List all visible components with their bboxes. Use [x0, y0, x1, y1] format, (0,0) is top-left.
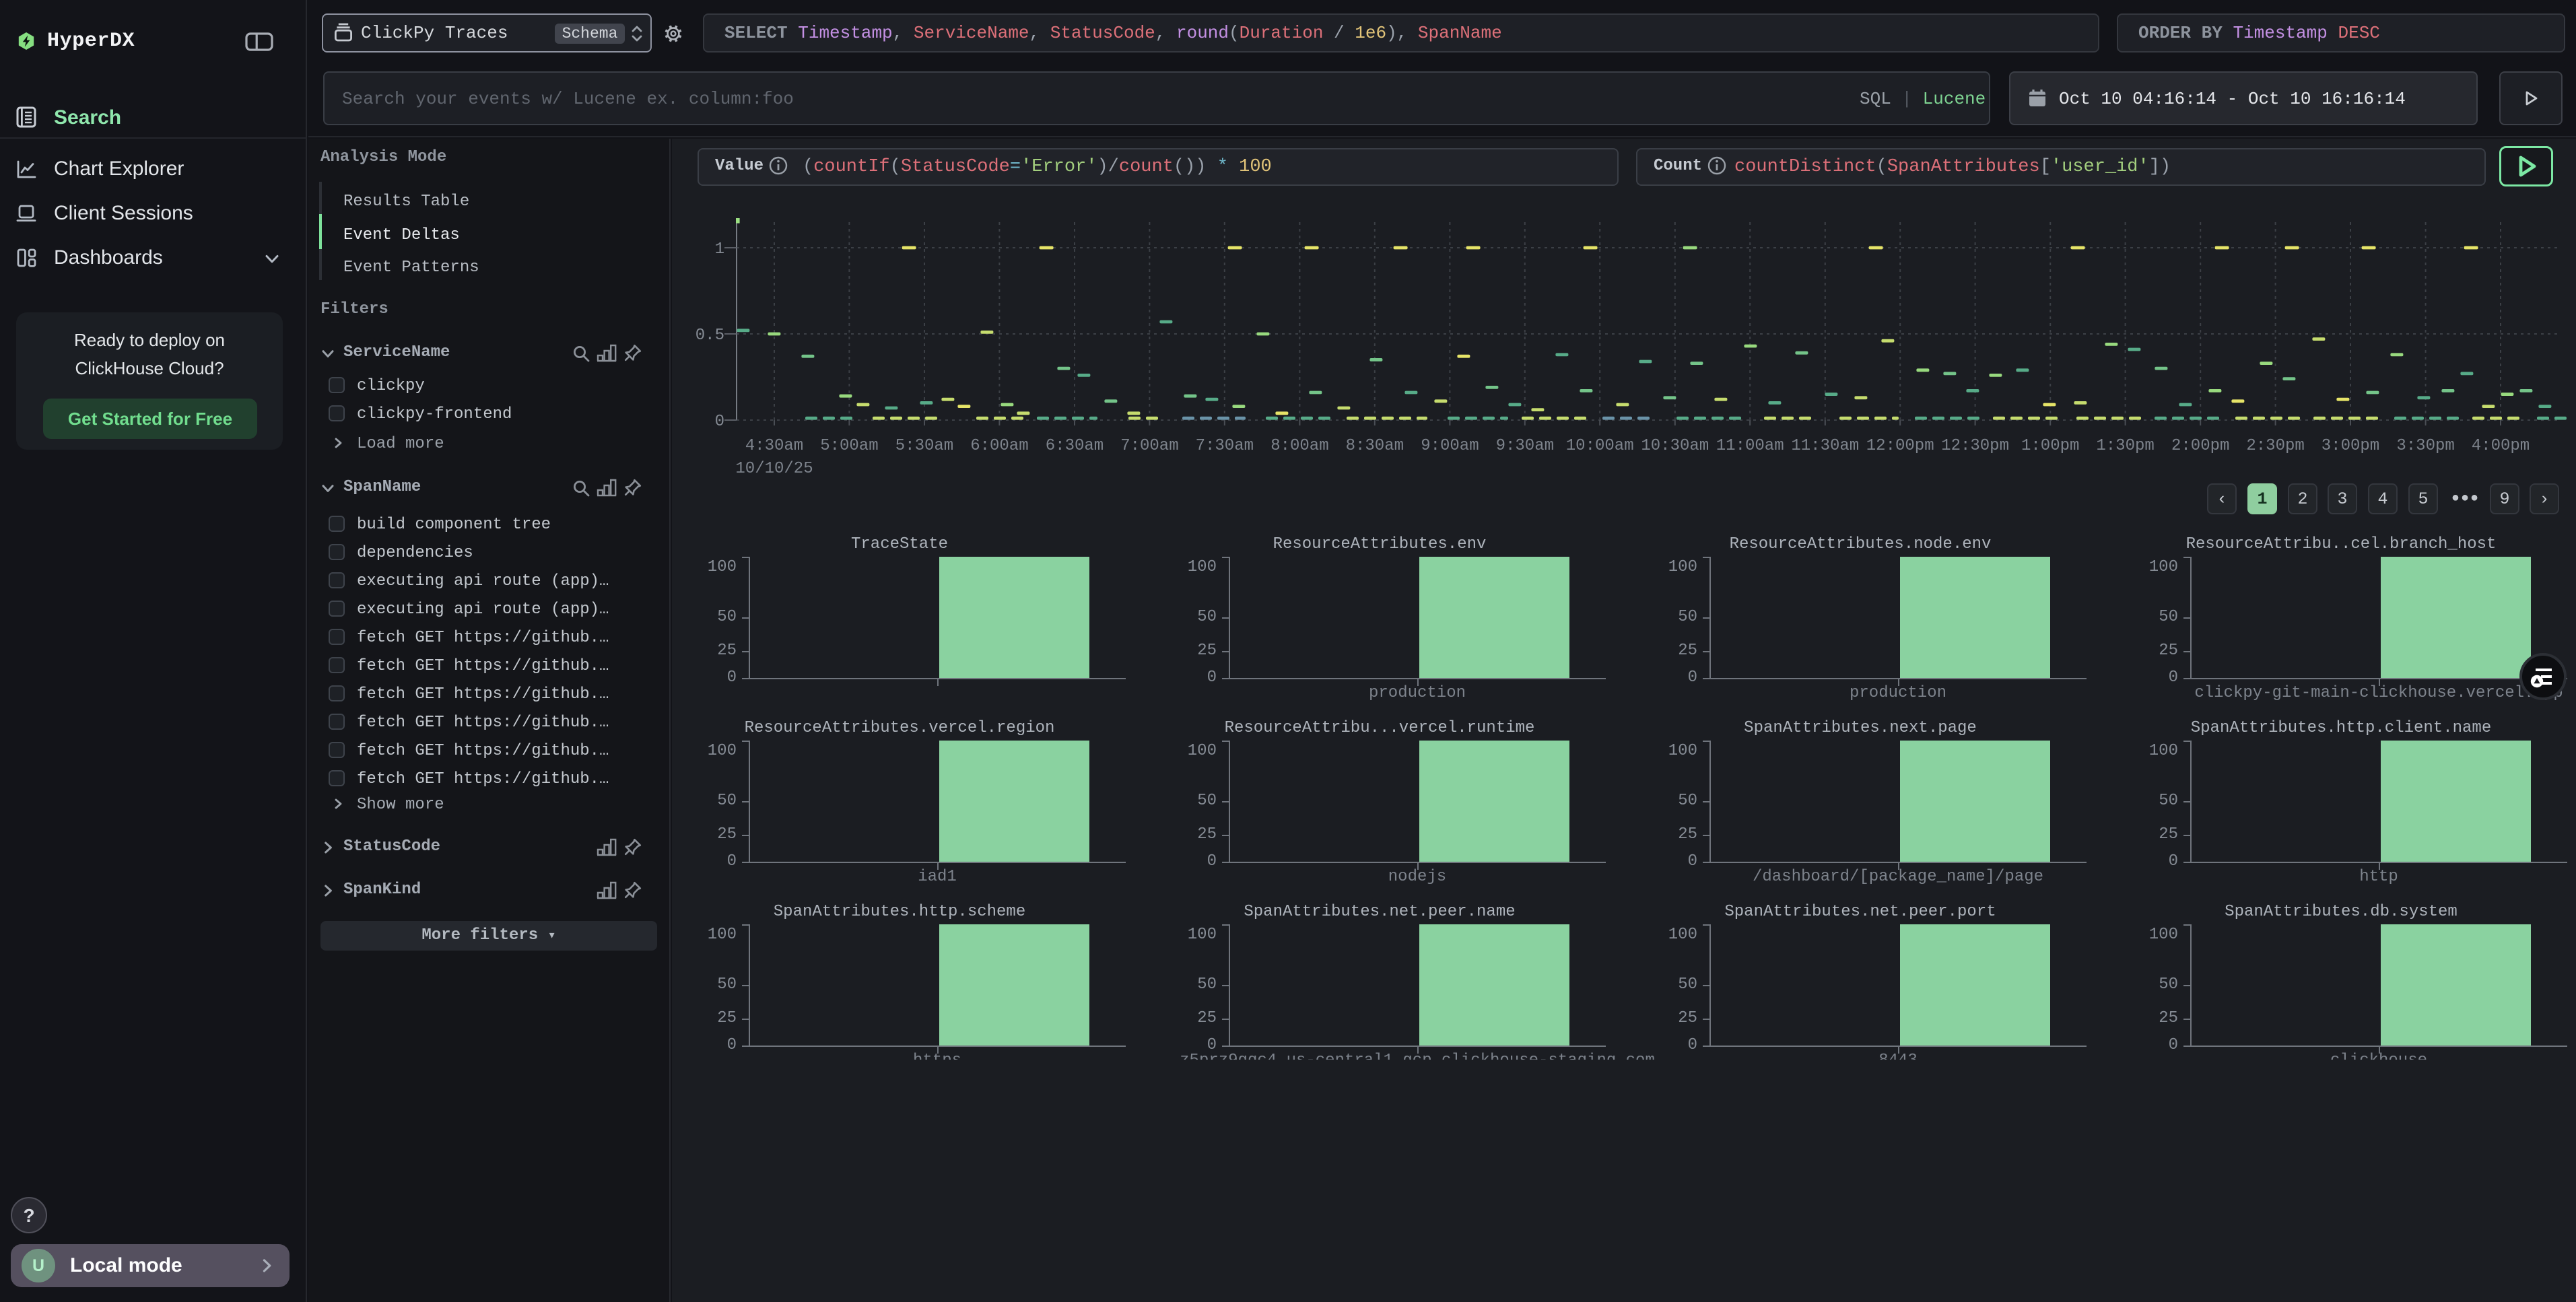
svg-text:10:00am: 10:00am: [1566, 437, 1634, 455]
svg-text:11:30am: 11:30am: [1791, 437, 1859, 455]
svg-text:0: 0: [715, 413, 724, 431]
svg-text:8:00am: 8:00am: [1270, 437, 1328, 455]
svg-text:12:00pm: 12:00pm: [1866, 437, 1934, 455]
svg-text:6:00am: 6:00am: [970, 437, 1028, 455]
svg-text:7:30am: 7:30am: [1196, 437, 1254, 455]
svg-text:4:00pm: 4:00pm: [2472, 437, 2530, 455]
svg-text:5:30am: 5:30am: [895, 437, 953, 455]
svg-text:1:00pm: 1:00pm: [2021, 437, 2079, 455]
svg-text:3:00pm: 3:00pm: [2321, 437, 2379, 455]
svg-text:2:30pm: 2:30pm: [2246, 437, 2304, 455]
svg-text:1: 1: [715, 240, 724, 259]
svg-text:9:30am: 9:30am: [1496, 437, 1554, 455]
svg-text:3:30pm: 3:30pm: [2396, 437, 2454, 455]
svg-text:1:30pm: 1:30pm: [2096, 437, 2154, 455]
svg-text:9:00am: 9:00am: [1421, 437, 1479, 455]
svg-text:5:00am: 5:00am: [820, 437, 878, 455]
svg-text:0.5: 0.5: [696, 327, 724, 345]
svg-text:7:00am: 7:00am: [1120, 437, 1178, 455]
svg-text:2:00pm: 2:00pm: [2171, 437, 2229, 455]
svg-text:4:30am: 4:30am: [745, 437, 803, 455]
svg-text:8:30am: 8:30am: [1346, 437, 1404, 455]
svg-text:11:00am: 11:00am: [1716, 437, 1784, 455]
svg-text:12:30pm: 12:30pm: [1941, 437, 2009, 455]
svg-text:10/10/25: 10/10/25: [735, 460, 813, 475]
svg-text:6:30am: 6:30am: [1046, 437, 1104, 455]
svg-text:10:30am: 10:30am: [1641, 437, 1709, 455]
